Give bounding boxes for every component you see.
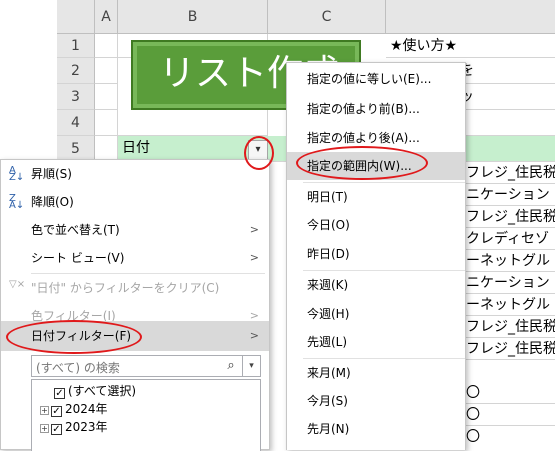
submenu-item-tomorrow[interactable]: 明日(T) [287, 183, 465, 211]
submenu-item-last-week[interactable]: 先週(L) [287, 328, 465, 356]
sort-descending-icon: Z A↓ [9, 193, 25, 211]
date-filter-submenu: 指定の値に等しい(E)... 指定の値より前(B)... 指定の値より後(A).… [286, 62, 466, 450]
submenu-item-equals[interactable]: 指定の値に等しい(E)... [287, 65, 465, 93]
submenu-item-this-week[interactable]: 今週(H) [287, 300, 465, 328]
submenu-item-before[interactable]: 指定の値より前(B)... [287, 95, 465, 123]
chevron-down-icon[interactable]: ▾ [242, 356, 260, 376]
cell-d8[interactable]: フレジ_住民税 [462, 206, 555, 228]
cell-d11[interactable]: ニケーション [462, 272, 555, 294]
cell-a1[interactable] [95, 34, 118, 58]
select-all-label: (すべて選択) [68, 384, 137, 398]
submenu-item-after[interactable]: 指定の値より後(A)... [287, 124, 465, 152]
submenu-label: 明日(T) [307, 190, 348, 204]
clear-filter-icon: ▽× [9, 279, 26, 290]
row-header-1[interactable]: 1 [57, 34, 95, 58]
cell-d17[interactable]: 〇 [462, 404, 555, 426]
cell-d18[interactable]: 〇 [462, 426, 555, 450]
submenu-item-last-month[interactable]: 先月(N) [287, 415, 465, 443]
select-all-node[interactable]: ✓ (すべて選択) [54, 382, 136, 400]
sort-by-color-label: 色で並べ替え(T) [31, 223, 120, 237]
submenu-label: 指定の値に等しい(E)... [307, 72, 432, 86]
sort-by-color-item[interactable]: 色で並べ替え(T) > [1, 216, 269, 244]
submenu-label: 指定の範囲内(W)... [307, 159, 412, 173]
cell-d16[interactable]: 〇 [462, 382, 555, 404]
cell-a2[interactable] [95, 58, 118, 84]
submenu-item-between[interactable]: 指定の範囲内(W)... [287, 152, 465, 180]
sort-descending-label: 降順(O) [31, 195, 74, 209]
clear-filter-item[interactable]: ▽× "日付" からフィルターをクリア(C) [1, 274, 269, 302]
row-header-4[interactable]: 4 [57, 110, 95, 136]
checkbox-checked-icon[interactable]: ✓ [54, 388, 65, 399]
submenu-label: 今週(H) [307, 307, 350, 321]
submenu-label: 先週(L) [307, 335, 348, 349]
cell-d14[interactable]: フレジ_住民税 [462, 338, 555, 360]
cell-d13[interactable]: フレジ_住民税 [462, 316, 555, 338]
submenu-item-this-month[interactable]: 今月(S) [287, 387, 465, 415]
checkbox-checked-icon[interactable]: ✓ [51, 406, 62, 417]
submenu-label: 来週(K) [307, 278, 349, 292]
sort-ascending-label: 昇順(S) [31, 167, 72, 181]
submenu-item-next-month[interactable]: 来月(M) [287, 359, 465, 387]
filter-value-tree: ✓ (すべて選択) + ✓ 2024年 + ✓ 2023年 [31, 379, 261, 451]
checkbox-checked-icon[interactable]: ✓ [51, 424, 62, 435]
chevron-right-icon: > [249, 223, 259, 236]
sort-ascending-icon: A Z↓ [9, 165, 25, 183]
column-header-a[interactable]: A [95, 0, 118, 34]
column-header-d[interactable] [386, 0, 555, 34]
filter-dropdown-button[interactable]: ▾ [248, 140, 268, 160]
cell-d7[interactable]: ニケーション [462, 184, 555, 206]
cell-d9[interactable]: クレディセゾ [462, 228, 555, 250]
submenu-label: 今日(O) [307, 218, 350, 232]
select-all-corner[interactable] [57, 0, 95, 34]
date-filter-item[interactable]: 日付フィルター(F) > [1, 321, 269, 351]
chevron-right-icon: > [249, 251, 259, 264]
cell-a3[interactable] [95, 84, 118, 110]
cell-d10[interactable]: ーネットグル [462, 250, 555, 272]
submenu-label: 先月(N) [307, 422, 350, 436]
submenu-label: 来月(M) [307, 366, 351, 380]
expand-icon[interactable]: + [40, 406, 49, 415]
submenu-label: 昨日(D) [307, 247, 350, 261]
clear-filter-label: "日付" からフィルターをクリア(C) [31, 281, 220, 295]
submenu-label: 指定の値より前(B)... [307, 102, 420, 116]
cell-a4[interactable] [95, 110, 118, 136]
year-2024-label: 2024年 [65, 402, 108, 416]
cell-c1[interactable]: ★使い方★ [386, 34, 555, 58]
cell-d12[interactable]: ーネットグル [462, 294, 555, 316]
sheet-view-item[interactable]: シート ビュー(V) > [1, 244, 269, 272]
sort-ascending-item[interactable]: A Z↓ 昇順(S) [1, 160, 269, 188]
cell-d6[interactable]: フレジ_住民税 [462, 162, 555, 184]
search-icon[interactable]: ⌕ [220, 356, 242, 376]
column-header-c[interactable]: C [268, 0, 386, 34]
search-placeholder: (すべて) の検索 [36, 361, 120, 375]
row-header-3[interactable]: 3 [57, 84, 95, 110]
sheet-view-label: シート ビュー(V) [31, 251, 125, 265]
filter-icon: ▾ [255, 144, 261, 155]
submenu-label: 指定の値より後(A)... [307, 131, 420, 145]
submenu-label: 今月(S) [307, 394, 348, 408]
cell-b4[interactable] [118, 110, 268, 136]
year-2023-node[interactable]: + ✓ 2023年 [40, 418, 108, 436]
year-2023-label: 2023年 [65, 420, 108, 434]
autofilter-menu: A Z↓ 昇順(S) Z A↓ 降順(O) 色で並べ替え(T) > シート ビュー(… [0, 159, 270, 451]
filter-search-box[interactable]: (すべて) の検索 ⌕ ▾ [31, 355, 261, 377]
submenu-item-today[interactable]: 今日(O) [287, 211, 465, 239]
submenu-item-next-week[interactable]: 来週(K) [287, 271, 465, 299]
submenu-item-yesterday[interactable]: 昨日(D) [287, 240, 465, 268]
chevron-right-icon: > [249, 329, 259, 342]
row-header-2[interactable]: 2 [57, 58, 95, 84]
sort-descending-item[interactable]: Z A↓ 降順(O) [1, 188, 269, 216]
column-header-b[interactable]: B [118, 0, 268, 34]
year-2024-node[interactable]: + ✓ 2024年 [40, 400, 108, 418]
date-filter-label: 日付フィルター(F) [31, 329, 132, 343]
expand-icon[interactable]: + [40, 424, 49, 433]
